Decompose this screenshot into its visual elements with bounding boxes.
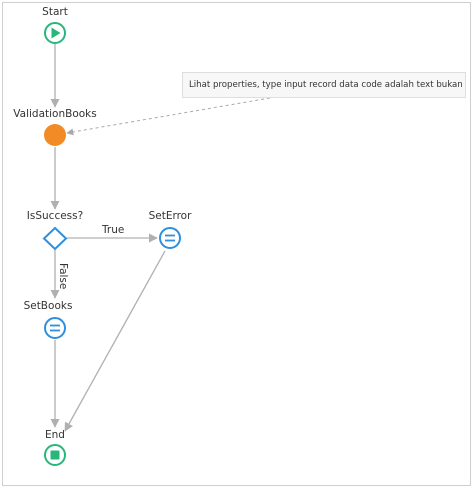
server-action-icon	[44, 124, 66, 146]
comment-link	[66, 97, 271, 136]
is-success-node[interactable]	[42, 226, 68, 251]
true-branch-label: True	[102, 224, 125, 236]
end-node[interactable]	[44, 444, 66, 466]
is-success-label: IsSuccess?	[26, 210, 84, 222]
set-books-node[interactable]	[44, 317, 66, 339]
validation-books-node[interactable]	[44, 124, 66, 146]
decision-diamond-icon	[42, 226, 68, 251]
false-branch-label: False	[57, 263, 69, 290]
end-label: End	[45, 429, 65, 441]
connector-seterror-to-end[interactable]	[64, 250, 166, 432]
validation-books-label: ValidationBooks	[13, 108, 97, 120]
comment-text: Lihat properties, type input record data…	[189, 80, 466, 90]
start-label: Start	[42, 6, 68, 18]
set-error-node[interactable]	[159, 227, 181, 249]
stop-icon	[50, 450, 60, 460]
start-node[interactable]	[44, 22, 66, 44]
comment-box[interactable]: Lihat properties, type input record data…	[182, 72, 466, 98]
set-books-label: SetBooks	[23, 300, 73, 312]
set-error-label: SetError	[148, 210, 192, 222]
